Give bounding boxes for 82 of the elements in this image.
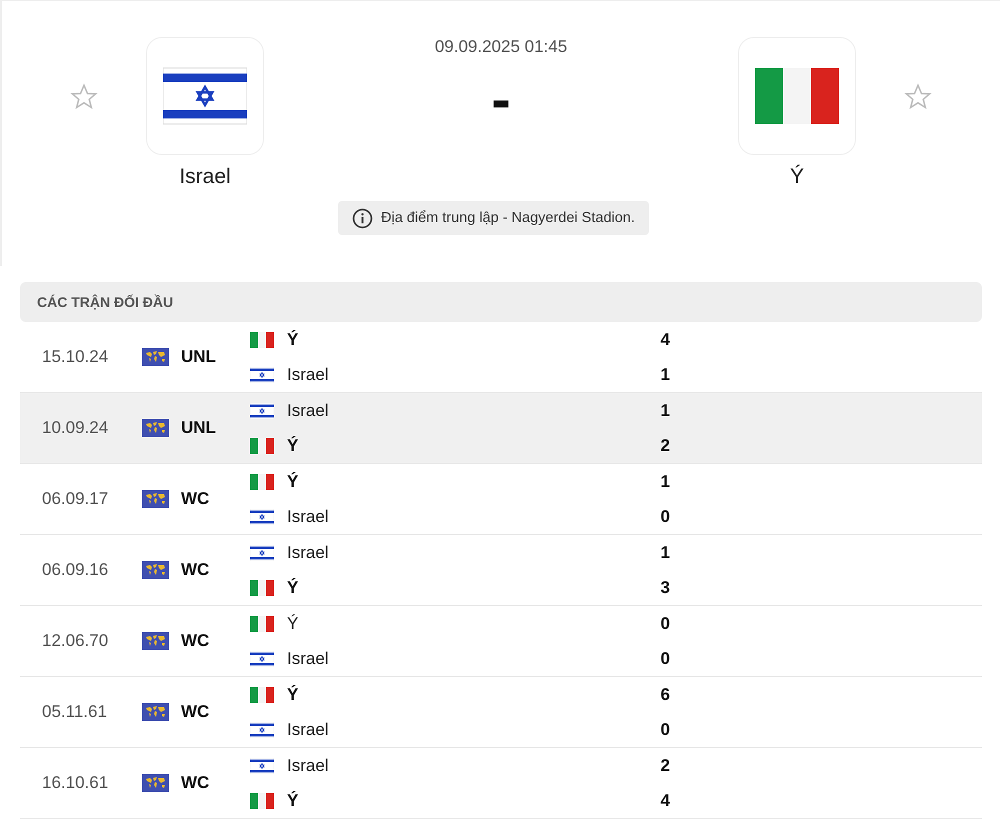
flag-icon (250, 438, 274, 454)
team-name[interactable]: Ý (790, 165, 804, 189)
team-score: 2 (660, 436, 670, 456)
team-logo[interactable] (146, 37, 264, 155)
flag-icon (250, 616, 274, 632)
team-name: Israel (287, 720, 330, 740)
match-date: 06.09.17 (41, 489, 110, 509)
competition-name: WC (181, 631, 210, 651)
match-date: 06.09.16 (41, 560, 110, 580)
match-datetime: 09.09.2025 01:45 (434, 37, 568, 57)
team-score: 4 (660, 330, 670, 350)
team-name: Ý (287, 614, 300, 634)
team-name: Ý (287, 684, 300, 704)
venue-text: Địa điểm trung lập - Nagyerdei Stadion. (381, 210, 635, 226)
team-score: 4 (660, 790, 670, 810)
match-date: 10.09.24 (41, 418, 110, 438)
flag-icon (250, 474, 274, 490)
flag-icon (250, 650, 274, 666)
star-icon[interactable] (904, 83, 932, 111)
team-name: Israel (287, 506, 330, 526)
team-name: Ý (287, 330, 300, 350)
team-name: Ý (287, 436, 300, 456)
team-score: 6 (660, 684, 670, 704)
team-name: Ý (287, 578, 300, 598)
flag-icon (250, 332, 274, 348)
team-name: Ý (287, 472, 300, 492)
team-score: 0 (660, 506, 670, 526)
team-name: Israel (287, 756, 330, 776)
flag-icon (250, 508, 274, 524)
competition-name: WC (181, 489, 210, 509)
world-map-icon (142, 632, 169, 650)
flag-icon (755, 67, 839, 125)
team-score: 1 (660, 472, 670, 492)
match-date: 15.10.24 (41, 347, 110, 367)
flag-icon (163, 66, 247, 126)
team-name[interactable]: Israel (179, 165, 231, 189)
section-title: CÁC TRẬN ĐỐI ĐẦU (37, 294, 174, 310)
flag-icon (250, 402, 274, 418)
match-row[interactable]: 16.10.61 WC Israel 2 Ý 4 (20, 748, 982, 819)
team-name: Israel (287, 400, 330, 420)
competition-name: WC (181, 773, 210, 793)
flag-icon (250, 758, 274, 774)
flag-icon (250, 686, 274, 702)
info-icon (352, 208, 373, 228)
team-score: 1 (660, 542, 670, 562)
team-name: Israel (287, 364, 330, 384)
star-icon[interactable] (70, 83, 98, 111)
team-logo[interactable] (738, 37, 856, 155)
match-date: 12.06.70 (41, 631, 110, 651)
flag-icon (250, 792, 274, 808)
competition-name: WC (181, 560, 210, 580)
team-score: 2 (660, 756, 670, 776)
flag-icon (250, 366, 274, 382)
competition-name: UNL (181, 347, 216, 367)
team-score: 1 (660, 400, 670, 420)
competition-name: WC (181, 702, 210, 722)
world-map-icon (142, 774, 169, 792)
world-map-icon (142, 419, 169, 437)
team-name: Ý (287, 790, 300, 810)
match-row[interactable]: 10.09.24 UNL Israel 1 Ý 2 (20, 393, 982, 464)
team-name: Israel (287, 648, 330, 668)
world-map-icon (142, 703, 169, 721)
team-score: 0 (660, 720, 670, 740)
competition-name: UNL (181, 418, 216, 438)
match-row[interactable]: 06.09.17 WC Ý 1 Israel 0 (20, 464, 982, 535)
world-map-icon (142, 348, 169, 366)
match-date: 16.10.61 (41, 773, 110, 793)
flag-icon (250, 722, 274, 738)
flag-icon (250, 580, 274, 596)
team-score: 0 (660, 648, 670, 668)
match-row[interactable]: 12.06.70 WC Ý 0 Israel 0 (20, 606, 982, 677)
team-name: Israel (287, 542, 330, 562)
match-row[interactable]: 06.09.16 WC Israel 1 Ý 3 (20, 535, 982, 606)
team-score: 1 (660, 364, 670, 384)
world-map-icon (142, 490, 169, 508)
match-date: 05.11.61 (41, 702, 108, 722)
match-row[interactable]: 05.11.61 WC Ý 6 Israel 0 (20, 677, 982, 748)
match-score: - (491, 71, 511, 129)
world-map-icon (142, 561, 169, 579)
team-score: 3 (660, 578, 670, 598)
flag-icon (250, 544, 274, 560)
team-score: 0 (660, 614, 670, 634)
